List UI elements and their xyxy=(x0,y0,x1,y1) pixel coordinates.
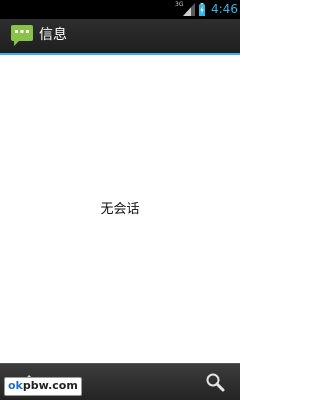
page-title: 信息 xyxy=(39,27,67,43)
signal-icon xyxy=(183,3,195,16)
watermark-part-domain: pbw.com xyxy=(22,379,78,392)
action-bar: 信息 xyxy=(0,19,240,53)
empty-state-message: 无会话 xyxy=(100,202,140,217)
status-clock: 4:46 xyxy=(211,2,238,16)
status-bar: 3G 4:46 xyxy=(0,0,240,19)
watermark: okpbw.com xyxy=(4,377,82,396)
messaging-app-icon[interactable] xyxy=(10,23,34,47)
conversation-list: 无会话 xyxy=(0,55,240,363)
search-icon[interactable] xyxy=(205,372,225,392)
watermark-part-ok: ok xyxy=(8,379,23,392)
battery-charging-icon xyxy=(199,3,205,16)
